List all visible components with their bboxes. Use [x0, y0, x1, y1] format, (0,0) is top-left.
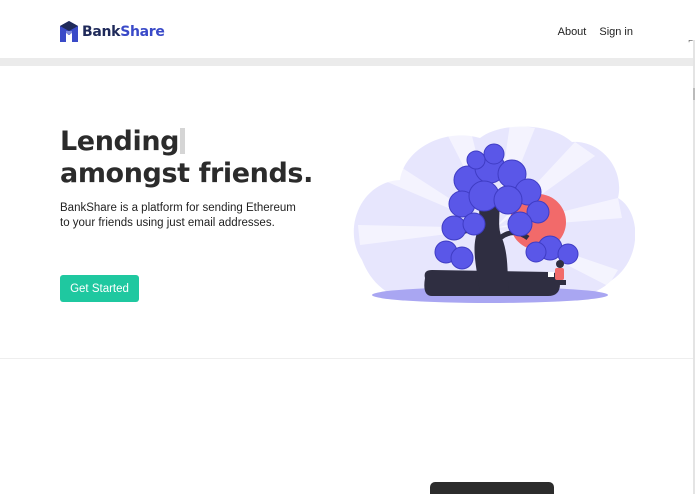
nav-links: About Sign in [558, 26, 633, 38]
brand-name-part2: Share [120, 23, 165, 40]
house-logo-icon [60, 21, 78, 42]
get-started-button[interactable]: Get Started [60, 275, 139, 302]
bankshare-logo[interactable]: BankShare [60, 21, 165, 42]
hero-subtitle: BankShare is a platform for sending Ethe… [60, 202, 296, 229]
tree-with-person-reading-illustration [353, 124, 635, 303]
headline-line-1: Lending [60, 126, 313, 158]
header-divider [0, 58, 695, 66]
top-navbar: BankShare About Sign in [0, 0, 695, 58]
headline-text-1: Lending [60, 126, 180, 157]
hero-headline: Lending amongst friends. [60, 126, 313, 190]
brand-name-part1: Bank [82, 23, 121, 40]
brand-name: BankShare [82, 24, 165, 40]
hero-section: Lending amongst friends. BankShare is a … [0, 66, 695, 359]
nav-about-link[interactable]: About [558, 26, 587, 38]
next-section-card-top [430, 482, 554, 494]
headline-line-2: amongst friends. [60, 158, 313, 189]
nav-signin-link[interactable]: Sign in [599, 26, 633, 38]
typing-caret [180, 128, 186, 154]
